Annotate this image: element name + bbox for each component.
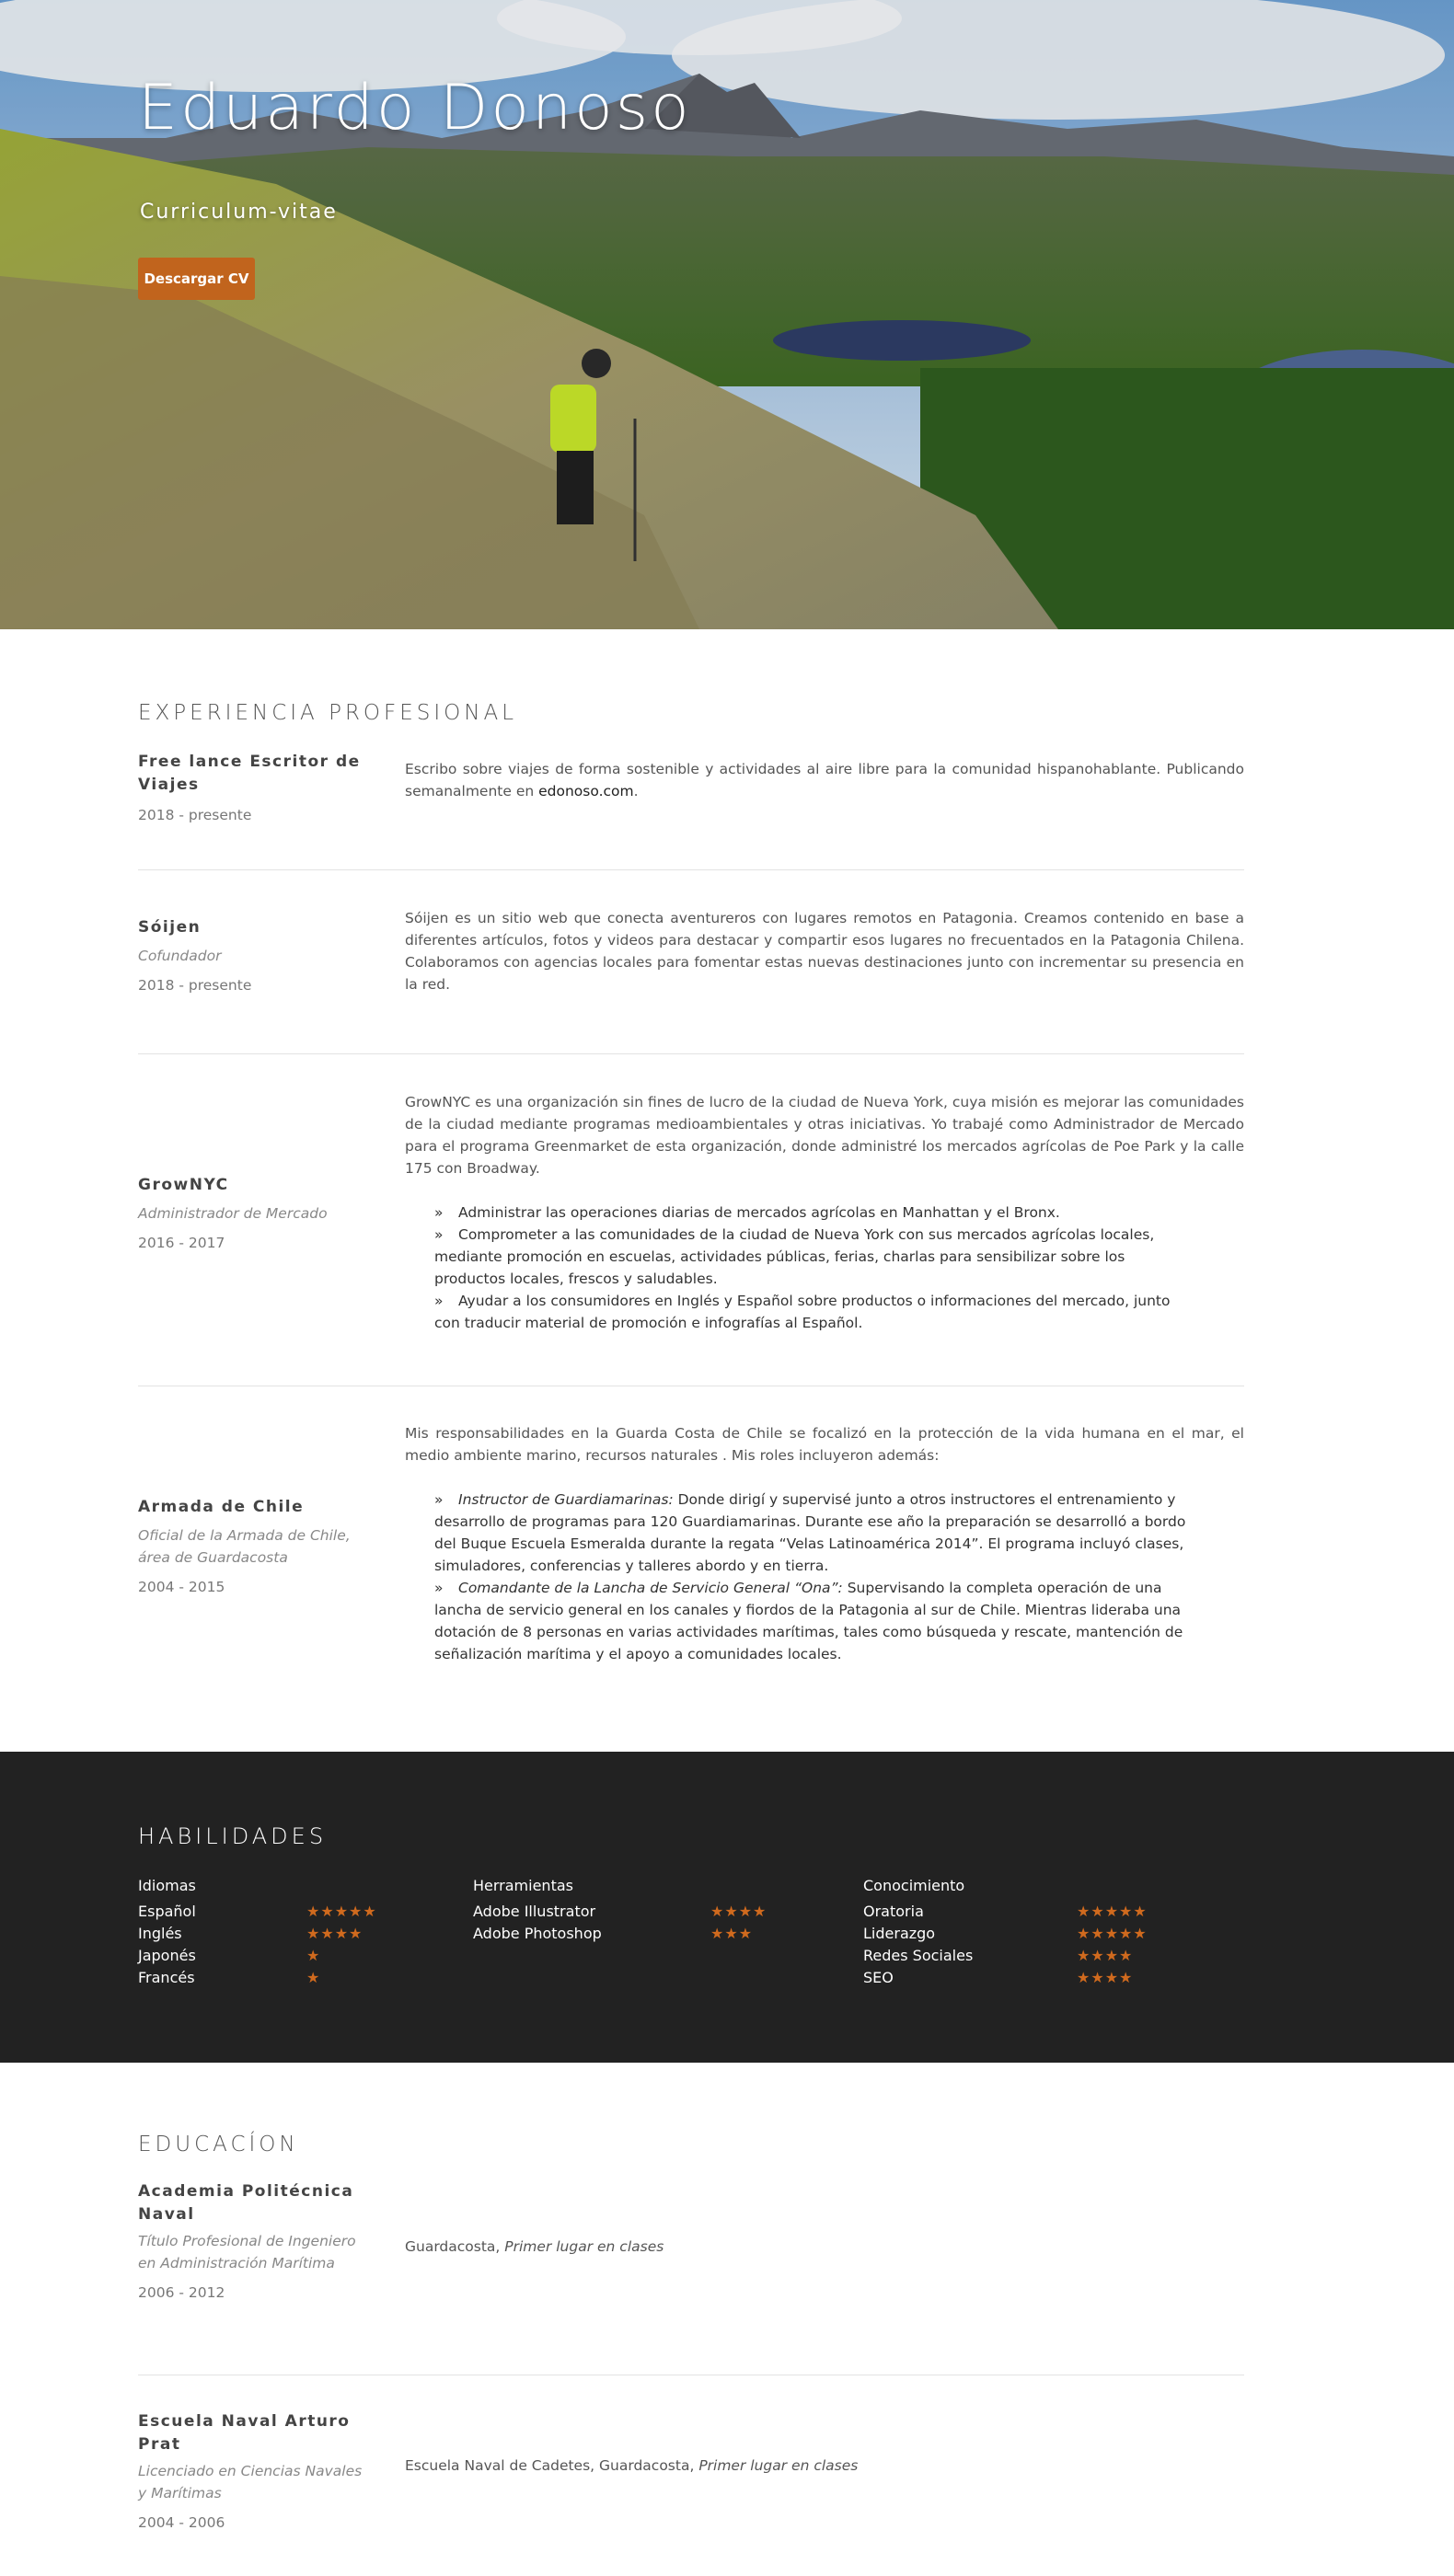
star-rating-icon: ★★★★ [1077, 1947, 1134, 1964]
entry-text: Escuela Naval de Cadetes, Guardacosta, [405, 2457, 699, 2474]
skill-name: Japonés [138, 1947, 196, 1964]
entry-role: Cofundador [138, 948, 222, 964]
skills-column-languages: Idiomas Español ★★★★★ Inglés ★★★★ Japonés ★… [138, 1871, 414, 1989]
skills-column-heading: Herramientas [473, 1877, 573, 1894]
skills-column-heading: Idiomas [138, 1877, 196, 1894]
entry-description: Mis responsabilidades en la Guarda Costa… [405, 1422, 1244, 1665]
entry-dates: 2006 - 2012 [138, 2284, 225, 2301]
entry-role: Título Profesional de Ingeniero en Admin… [138, 2233, 356, 2271]
skill-name: Español [138, 1903, 196, 1920]
skill-name: SEO [863, 1969, 894, 1986]
entry-dates: 2016 - 2017 [138, 1235, 225, 1251]
entry-org: GrowNYC [138, 1176, 229, 1194]
entry-dates: 2004 - 2006 [138, 2514, 225, 2531]
entry-text: Escribo sobre viajes de forma sostenible… [405, 761, 1244, 799]
skill-name: Redes Sociales [863, 1947, 974, 1964]
bullet-emphasis: Instructor de Guardiamarinas: [458, 1491, 674, 1508]
skill-name: Inglés [138, 1925, 182, 1942]
entry-text: GrowNYC es una organización sin fines de… [405, 1094, 1244, 1177]
entry-org: Armada de Chile [138, 1498, 305, 1516]
entry-dates: 2018 - presente [138, 977, 252, 994]
list-item: » Administrar las operaciones diarias de … [434, 1204, 1060, 1221]
entry-org: Free lance Escritor de Viajes [138, 753, 361, 794]
entry-role: Licenciado en Ciencias Navales y Marítim… [138, 2463, 363, 2501]
hero-subtitle: Curriculum-vitae [140, 201, 338, 224]
edonoso-link[interactable]: edonoso.com [538, 783, 633, 799]
skill-row: Adobe Photoshop ★★★ [473, 1923, 795, 1945]
download-cv-button[interactable]: Descargar CV [138, 258, 255, 300]
skill-row: Redes Sociales ★★★★ [863, 1945, 1185, 1967]
star-rating-icon: ★ [306, 1969, 321, 1986]
skill-row: Español ★★★★★ [138, 1901, 414, 1923]
skills-column-heading: Conocimiento [863, 1877, 965, 1894]
skill-name: Oratoria [863, 1903, 924, 1920]
star-rating-icon: ★★★★★ [306, 1903, 377, 1920]
bullet-text: Comprometer a las comunidades de la ciud… [434, 1226, 1155, 1287]
list-item: » Comprometer a las comunidades de la ciu… [434, 1226, 1155, 1287]
hero-banner: Eduardo Donoso Curriculum-vitae Descarga… [0, 0, 1454, 629]
divider [138, 1053, 1244, 1054]
entry-bullet-list: » Administrar las operaciones diarias de … [405, 1202, 1196, 1334]
skill-name: Liderazgo [863, 1925, 936, 1942]
star-rating-icon: ★★★★★ [1077, 1903, 1148, 1920]
entry-role: Administrador de Mercado [138, 1205, 328, 1222]
entry-emphasis: Primer lugar en clases [504, 2238, 664, 2255]
experience-section-title: EXPERIENCIA PROFESIONAL [138, 701, 518, 725]
entry-description: Escuela Naval de Cadetes, Guardacosta, P… [405, 2455, 1244, 2477]
education-section-title: EDUCACÍON [138, 2133, 299, 2156]
entry-role: Oficial de la Armada de Chile, área de G… [138, 1527, 351, 1566]
skill-row: Oratoria ★★★★★ [863, 1901, 1185, 1923]
entry-description: GrowNYC es una organización sin fines de… [405, 1091, 1244, 1334]
skills-section-title: HABILIDADES [138, 1823, 328, 1849]
star-rating-icon: ★★★★ [306, 1925, 364, 1942]
list-item: » Comandante de la Lancha de Servicio Gen… [434, 1580, 1183, 1662]
star-rating-icon: ★ [306, 1947, 321, 1964]
hero-name: Eduardo Donoso [138, 72, 692, 144]
entry-emphasis: Primer lugar en clases [698, 2457, 859, 2474]
entry-bullet-list: » Instructor de Guardiamarinas: Donde dir… [405, 1489, 1196, 1665]
skill-name: Adobe Illustrator [473, 1903, 596, 1920]
bullet-emphasis: Comandante de la Lancha de Servicio Gene… [458, 1580, 843, 1596]
skill-row: Adobe Illustrator ★★★★ [473, 1901, 795, 1923]
entry-dates: 2004 - 2015 [138, 1579, 225, 1595]
entry-org: Academia Politécnica Naval [138, 2182, 354, 2224]
bullet-text: Administrar las operaciones diarias de m… [458, 1204, 1060, 1221]
skill-row: Liderazgo ★★★★★ [863, 1923, 1185, 1945]
entry-description: Guardacosta, Primer lugar en clases [405, 2236, 1244, 2258]
star-rating-icon: ★★★★★ [1077, 1925, 1148, 1942]
entry-text-end: . [633, 783, 639, 799]
list-item: » Instructor de Guardiamarinas: Donde dir… [434, 1491, 1186, 1574]
skill-row: Francés ★ [138, 1967, 414, 1989]
entry-org: Sóijen [138, 918, 202, 937]
bullet-text: Ayudar a los consumidores en Inglés y Es… [434, 1293, 1171, 1331]
entry-org: Escuela Naval Arturo Prat [138, 2412, 351, 2454]
star-rating-icon: ★★★★ [1077, 1969, 1134, 1986]
skill-row: SEO ★★★★ [863, 1967, 1185, 1989]
skills-column-tools: Herramientas Adobe Illustrator ★★★★ Adobe… [473, 1871, 795, 1945]
entry-text: Guardacosta, [405, 2238, 505, 2255]
entry-dates: 2018 - presente [138, 807, 252, 823]
skill-name: Francés [138, 1969, 195, 1986]
star-rating-icon: ★★★ [710, 1925, 754, 1942]
skills-column-knowledge: Conocimiento Oratoria ★★★★★ Liderazgo ★★★★… [863, 1871, 1185, 1989]
entry-description: Escribo sobre viajes de forma sostenible… [405, 758, 1244, 802]
entry-description: Sóijen es un sitio web que conecta avent… [405, 910, 1244, 993]
skill-row: Japonés ★ [138, 1945, 414, 1967]
skill-row: Inglés ★★★★ [138, 1923, 414, 1945]
skills-section: HABILIDADES Idiomas Español ★★★★★ Inglés ★… [0, 1752, 1454, 2063]
skill-name: Adobe Photoshop [473, 1925, 602, 1942]
star-rating-icon: ★★★★ [710, 1903, 767, 1920]
list-item: » Ayudar a los consumidores en Inglés y E… [434, 1293, 1171, 1331]
divider [138, 869, 1244, 870]
entry-text: Mis responsabilidades en la Guarda Costa… [405, 1425, 1244, 1464]
